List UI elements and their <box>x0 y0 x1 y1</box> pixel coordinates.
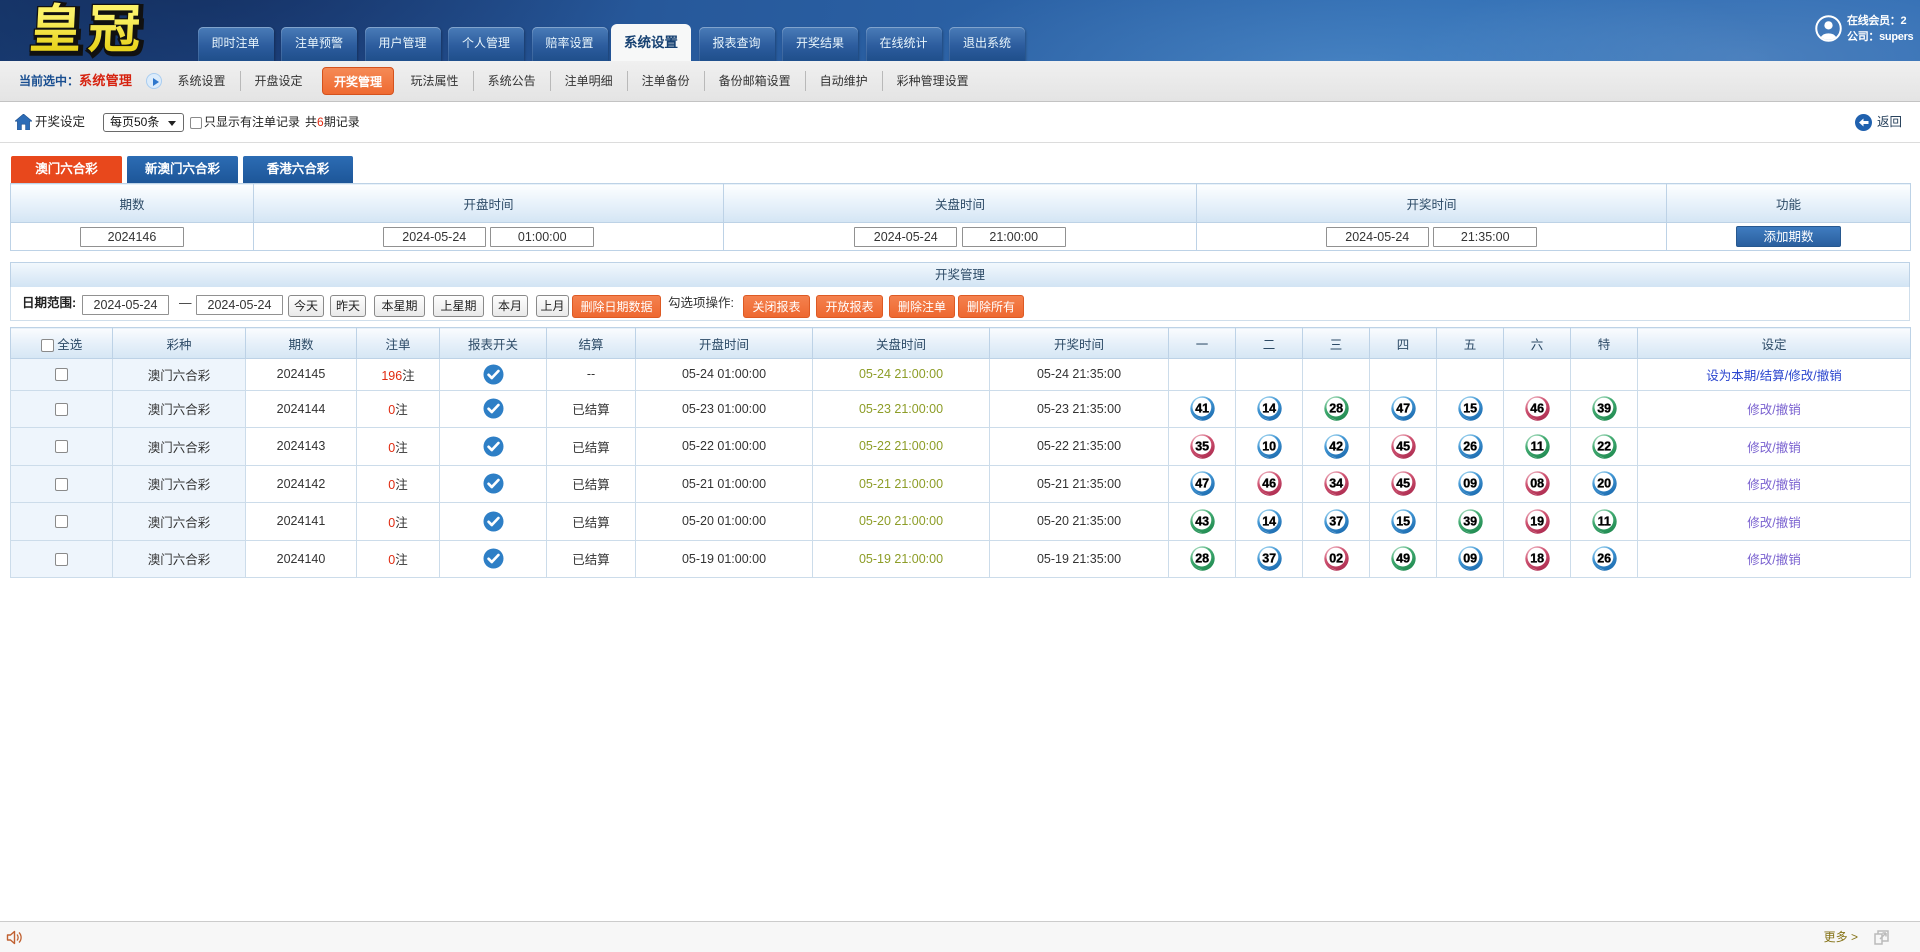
svg-text:26: 26 <box>1463 439 1477 453</box>
svg-text:02: 02 <box>1329 552 1343 566</box>
svg-text:46: 46 <box>1262 477 1276 491</box>
svg-text:19: 19 <box>1530 514 1544 528</box>
svg-text:28: 28 <box>1195 552 1209 566</box>
svg-text:09: 09 <box>1463 552 1477 566</box>
svg-text:15: 15 <box>1463 402 1477 416</box>
svg-text:42: 42 <box>1329 439 1343 453</box>
svg-text:14: 14 <box>1262 402 1276 416</box>
svg-text:11: 11 <box>1597 514 1610 528</box>
svg-text:11: 11 <box>1530 439 1543 453</box>
svg-text:皇冠: 皇冠 <box>28 1 149 59</box>
svg-text:15: 15 <box>1396 514 1410 528</box>
svg-text:28: 28 <box>1329 402 1343 416</box>
svg-text:10: 10 <box>1262 439 1276 453</box>
svg-text:37: 37 <box>1329 514 1343 528</box>
svg-text:26: 26 <box>1597 552 1611 566</box>
svg-text:39: 39 <box>1463 514 1477 528</box>
svg-text:14: 14 <box>1262 514 1276 528</box>
svg-text:37: 37 <box>1262 552 1276 566</box>
svg-text:22: 22 <box>1597 439 1611 453</box>
svg-text:39: 39 <box>1597 402 1611 416</box>
svg-text:18: 18 <box>1530 552 1544 566</box>
svg-text:09: 09 <box>1463 477 1477 491</box>
svg-text:47: 47 <box>1195 477 1209 491</box>
svg-text:45: 45 <box>1396 477 1410 491</box>
svg-text:08: 08 <box>1530 477 1544 491</box>
svg-text:47: 47 <box>1396 402 1410 416</box>
svg-text:20: 20 <box>1597 477 1611 491</box>
svg-text:49: 49 <box>1396 552 1410 566</box>
svg-text:46: 46 <box>1530 402 1544 416</box>
svg-text:45: 45 <box>1396 439 1410 453</box>
svg-text:41: 41 <box>1195 402 1209 416</box>
svg-text:43: 43 <box>1195 514 1209 528</box>
svg-text:34: 34 <box>1329 477 1343 491</box>
svg-text:35: 35 <box>1195 439 1209 453</box>
